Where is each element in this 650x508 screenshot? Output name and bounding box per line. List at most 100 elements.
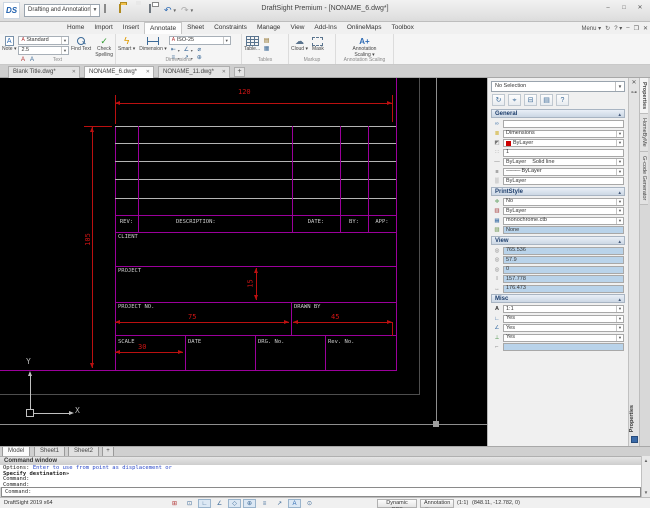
annotation-scaling-button[interactable]: A+ Annotation Scaling ▾ (351, 35, 379, 58)
chevron-down-icon[interactable]: ▼ (616, 325, 623, 331)
maximize-button[interactable]: □ (617, 3, 631, 14)
command-input[interactable]: Command: (1, 487, 641, 497)
cloud-button[interactable]: ☁ Cloud ▾ (289, 35, 310, 58)
menu-import[interactable]: Import (89, 22, 117, 34)
side-tab-homebyme[interactable]: HomeByMe (640, 114, 648, 152)
new-tab-button[interactable]: + (234, 67, 245, 77)
annotation-scale-combo[interactable]: 1:1 ▼ (503, 305, 624, 313)
scroll-up-icon[interactable]: ▲ (642, 456, 650, 465)
refresh-icon[interactable]: ↻ (605, 25, 610, 32)
ucs-option-3-combo[interactable]: Yes ▼ (503, 333, 624, 342)
section-misc[interactable]: Misc ▲ (491, 294, 625, 303)
menu-sheet[interactable]: Sheet (182, 22, 209, 34)
table-button[interactable]: Table... (242, 35, 262, 58)
menu-manage[interactable]: Manage (252, 22, 286, 34)
menu-addins[interactable]: Add-Ins (309, 22, 341, 34)
etrack-toggle-icon[interactable]: ⊕ (243, 499, 256, 508)
note-button[interactable]: A Note ▾ (0, 35, 18, 58)
close-tab-icon[interactable]: ✕ (222, 67, 226, 78)
print-color-combo[interactable]: ByLayer ▼ (503, 207, 624, 215)
angle-dimension-icon[interactable]: ∠ (182, 46, 191, 54)
command-window-header[interactable]: Command window (0, 456, 650, 465)
chevron-down-icon[interactable]: ▼ (616, 168, 623, 175)
section-printstyle[interactable]: PrintStyle ▲ (491, 186, 625, 196)
ucs-option-1-combo[interactable]: Yes ▼ (503, 314, 624, 323)
dynamic-ccs-button[interactable]: Dynamic CCS (377, 499, 417, 508)
chevron-down-icon[interactable]: ▼ (616, 159, 623, 165)
section-view[interactable]: View ▲ (491, 235, 625, 246)
scroll-down-icon[interactable]: ▼ (642, 488, 650, 497)
collapse-icon[interactable]: ▲ (618, 296, 622, 304)
text-size-combo[interactable]: 2.5 ▼ (18, 46, 69, 55)
collapse-icon[interactable]: ▲ (618, 111, 622, 119)
dim-style-combo[interactable]: A ISO-25 ▼ (168, 36, 231, 45)
menu-toolbox[interactable]: Toolbox (387, 22, 419, 34)
menu-onlinemaps[interactable]: OnlineMaps (342, 22, 387, 34)
menu-view[interactable]: View (285, 22, 309, 34)
quickinput-toggle-icon[interactable]: ↗ (273, 499, 286, 508)
doc-close-button[interactable]: ✕ (643, 25, 648, 32)
doc-restore-button[interactable]: ❐ (634, 25, 639, 32)
smart-dimension-button[interactable]: ϟ Smart ▾ (116, 35, 137, 58)
minimize-button[interactable]: – (601, 3, 615, 14)
doc-tab-noname11[interactable]: NONAME_11.dwg* ✕ (158, 66, 230, 78)
transparency-field[interactable]: ByLayer (503, 177, 624, 185)
text-style-combo[interactable]: A Standard ▼ (18, 36, 69, 45)
chevron-down-icon[interactable]: ▼ (616, 208, 623, 214)
doc-tab-noname6[interactable]: NONAME_6.dwg* ✕ (84, 66, 154, 78)
esnap-toggle-icon[interactable]: ◇ (228, 499, 241, 508)
annotation-scale-combo[interactable]: Annotation ▼ (420, 499, 454, 508)
chevron-down-icon[interactable]: ▼ (616, 130, 623, 137)
section-general[interactable]: General ▲ (491, 109, 625, 118)
annotation-visibility-icon[interactable]: A (288, 499, 301, 508)
snap-toggle-icon[interactable]: ⊞ (168, 499, 181, 508)
deselect-button[interactable]: ⊟ (524, 94, 537, 106)
autoscale-toggle-icon[interactable]: ⊙ (303, 499, 316, 508)
mask-button[interactable]: Mask (310, 35, 326, 58)
menu-button[interactable]: Menu ▾ (581, 25, 601, 32)
ortho-toggle-icon[interactable]: ∟ (198, 499, 211, 508)
drawing-canvas[interactable]: REV: DESCRIPTION: DATE: BY: APP: CLIENT … (0, 78, 487, 446)
side-tab-gcode-generator[interactable]: G-code Generator (640, 151, 648, 206)
line-scale-field[interactable]: 1 (503, 148, 624, 157)
diameter-dimension-icon[interactable]: ⌀ (195, 46, 204, 54)
line-color-combo[interactable]: ByLayer ▼ (503, 139, 624, 147)
close-tab-icon[interactable]: ✕ (72, 67, 76, 78)
linear-dimension-icon[interactable]: ⇤ (169, 46, 178, 54)
menu-constraints[interactable]: Constraints (209, 22, 252, 34)
chevron-down-icon[interactable]: ▼ (616, 315, 623, 322)
hyperlink-field[interactable] (503, 120, 624, 128)
menu-home[interactable]: Home (62, 22, 89, 34)
polar-toggle-icon[interactable]: ∠ (213, 499, 226, 508)
line-style-combo[interactable]: ByLayer Solid line ▼ (503, 158, 624, 166)
selection-combo[interactable]: No Selection ▼ (491, 81, 625, 92)
doc-minimize-button[interactable]: – (626, 25, 629, 31)
help-button[interactable]: ? ▾ (614, 25, 622, 32)
menu-insert[interactable]: Insert (118, 22, 144, 34)
close-tab-icon[interactable]: ✕ (146, 67, 150, 78)
find-text-button[interactable]: Find Text (69, 35, 93, 58)
chevron-down-icon[interactable]: ▼ (616, 334, 623, 341)
menu-annotate[interactable]: Annotate (144, 22, 183, 34)
collapse-icon[interactable]: ▲ (618, 238, 622, 246)
grid-toggle-icon[interactable]: ⊡ (183, 499, 196, 508)
command-scrollbar[interactable]: ▲ ▼ (641, 456, 650, 497)
print-table-combo[interactable]: monochrome.ctb ▼ (503, 216, 624, 225)
palette-pin-icon[interactable]: ⊶ (630, 89, 639, 98)
close-button[interactable]: ✕ (633, 3, 647, 14)
layer-combo[interactable]: Dimensions ▼ (503, 129, 624, 138)
quick-select-button[interactable]: ⌖ (508, 94, 521, 106)
palette-close-icon[interactable]: ✕ (630, 79, 639, 88)
command-history[interactable]: Options: Enter to use from point as disp… (0, 465, 641, 487)
export-table-icon[interactable]: ▤ (262, 37, 271, 45)
check-spelling-button[interactable]: ✓ Check Spelling (93, 35, 115, 58)
chevron-down-icon[interactable]: ▼ (616, 217, 623, 224)
chevron-down-icon[interactable]: ▼ (616, 306, 623, 312)
printstyle-mode-combo[interactable]: No ▼ (503, 197, 624, 206)
customize-button[interactable]: ▤ (540, 94, 553, 106)
help-button[interactable]: ? (556, 94, 569, 106)
line-weight-combo[interactable]: ——— ByLayer ▼ (503, 167, 624, 176)
chevron-down-icon[interactable]: ▼ (615, 82, 624, 91)
dimension-button[interactable]: Dimension ▾ (137, 35, 169, 58)
ucs-option-2-combo[interactable]: Yes ▼ (503, 324, 624, 332)
